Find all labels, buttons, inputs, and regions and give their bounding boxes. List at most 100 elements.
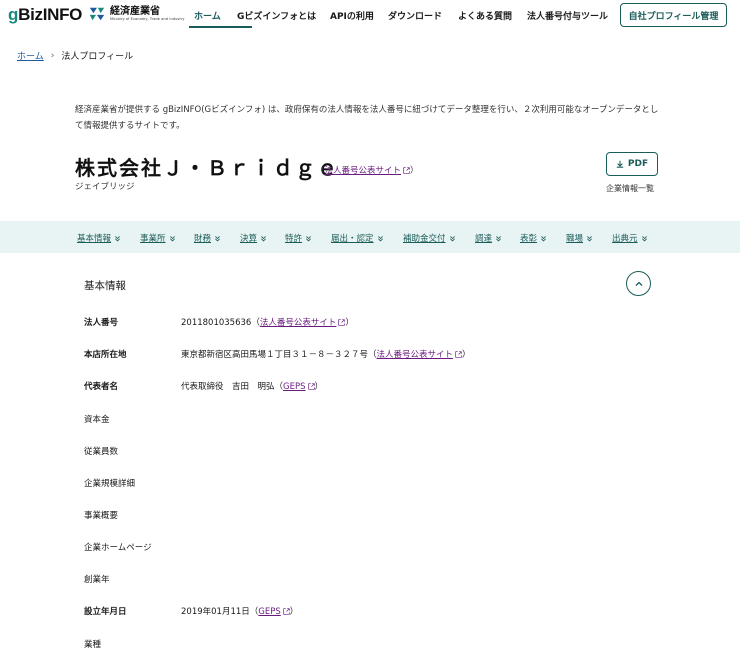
- paren-open: （: [316, 166, 325, 176]
- breadcrumb-separator: ›: [50, 50, 55, 61]
- tab-patents[interactable]: 特許: [285, 232, 312, 244]
- meti-emblem-icon: [89, 7, 105, 21]
- company-info-list-label: 企業情報一覧: [606, 184, 654, 193]
- chevron-down-double-icon: [541, 235, 546, 242]
- collapse-section-button[interactable]: [626, 271, 651, 296]
- external-link-icon: [403, 167, 410, 174]
- row-label: 創業年: [84, 575, 110, 585]
- row-label: 法人番号: [84, 318, 119, 328]
- row-value-text: 2019年01月11日: [181, 607, 250, 617]
- nav-number-tool[interactable]: 法人番号付与ツール: [527, 9, 608, 22]
- row-label: 資本金: [84, 415, 110, 425]
- row-label: 業種: [84, 640, 102, 650]
- tab-awards[interactable]: 表彰: [520, 232, 547, 244]
- chevron-down-double-icon: [449, 235, 455, 242]
- nav-active-indicator: [189, 26, 252, 28]
- chevron-up-icon: [635, 281, 642, 286]
- nav-faq[interactable]: よくある質問: [458, 9, 512, 22]
- logo-rest: BizINFO: [18, 5, 83, 24]
- gbizinfo-logo[interactable]: gBizINFO: [8, 5, 82, 25]
- chevron-down-double-icon: [215, 235, 220, 242]
- nav-api[interactable]: APIの利用: [330, 9, 374, 22]
- row-value: 東京都新宿区高田馬場１丁目３１－８－３２７号（法人番号公表サイト ）: [181, 348, 471, 360]
- tab-label: 出典元: [612, 234, 638, 244]
- paren-close: ）: [410, 166, 419, 176]
- chevron-down-double-icon: [587, 235, 592, 242]
- paren-close: ）: [314, 382, 324, 392]
- logo-g: g: [8, 5, 19, 24]
- tab-label: 補助金交付: [403, 234, 446, 244]
- tab-label: 基本情報: [77, 234, 112, 244]
- row-value-text: 東京都新宿区高田馬場１丁目３１－８－３２７号: [181, 350, 369, 360]
- chevron-down-double-icon: [306, 235, 311, 242]
- pdf-button[interactable]: PDF: [606, 152, 658, 176]
- row-value: 2011801035636（法人番号公表サイト ）: [181, 316, 354, 328]
- chevron-down-double-icon: [261, 235, 266, 242]
- row-value: 2019年01月11日（GEPS ）: [181, 605, 298, 617]
- tab-notifications[interactable]: 届出・認定: [331, 232, 384, 244]
- meti-name-jp: 経済産業省: [110, 5, 160, 17]
- tab-workplace[interactable]: 職場: [566, 232, 593, 244]
- external-link-icon: [307, 383, 315, 390]
- row-source-link[interactable]: 法人番号公表サイト: [377, 350, 454, 360]
- tab-subsidies[interactable]: 補助金交付: [403, 232, 456, 244]
- company-name: 株式会社Ｊ・Ｂｒｉｄｇｅ: [75, 156, 339, 180]
- external-link-icon: [283, 608, 290, 615]
- row-label: 企業規模詳細: [84, 479, 136, 489]
- row-value-text: 2011801035636: [181, 318, 252, 328]
- row-value-text: 代表取締役 吉田 明弘: [181, 382, 275, 392]
- corporate-number-site-link[interactable]: 法人番号公表サイト: [325, 166, 402, 176]
- tab-label: 特許: [285, 234, 303, 244]
- chevron-down-double-icon: [377, 235, 383, 242]
- chevron-down-double-icon: [641, 235, 647, 242]
- section-tabs: 基本情報 事業所 財務 決算 特許 届出・認定 補助金交付 調達 表彰 職場 出…: [0, 221, 740, 253]
- tab-finance[interactable]: 財務: [194, 232, 221, 244]
- row-label: 事業概要: [84, 511, 119, 521]
- pdf-label: PDF: [627, 159, 649, 169]
- breadcrumb-current: 法人プロフィール: [61, 52, 134, 62]
- tab-label: 事業所: [140, 234, 166, 244]
- tab-procurement[interactable]: 調達: [475, 232, 502, 244]
- tab-settlement[interactable]: 決算: [240, 232, 267, 244]
- tab-offices[interactable]: 事業所: [140, 232, 176, 244]
- chevron-down-double-icon: [115, 235, 120, 242]
- tab-label: 表彰: [520, 234, 538, 244]
- nav-home[interactable]: ホーム: [194, 9, 221, 22]
- download-icon: [616, 160, 624, 168]
- tab-label: 職場: [566, 234, 584, 244]
- paren-close: ）: [345, 318, 354, 328]
- meti-logo[interactable]: 経済産業省 Ministry of Economy, Trade and Ind…: [88, 5, 185, 23]
- paren-close: ）: [289, 607, 299, 617]
- nav-download[interactable]: ダウンロード: [388, 9, 442, 22]
- chevron-down-double-icon: [169, 235, 175, 242]
- tab-label: 届出・認定: [331, 234, 374, 244]
- tab-label: 調達: [475, 234, 493, 244]
- site-intro: 経済産業省が提供する gBizINFO(Gビズインフォ) は、政府保有の法人情報…: [75, 105, 659, 131]
- paren-close: ）: [462, 350, 471, 360]
- tab-label: 財務: [194, 234, 212, 244]
- row-label: 企業ホームページ: [84, 543, 152, 553]
- breadcrumb-home[interactable]: ホーム: [17, 49, 44, 62]
- row-source-link[interactable]: 法人番号公表サイト: [260, 318, 337, 328]
- paren-open: （: [251, 318, 260, 328]
- company-kana: ジェイブリッジ: [75, 182, 135, 192]
- tab-label: 決算: [240, 234, 258, 244]
- breadcrumb: ホーム › 法人プロフィール: [17, 49, 134, 63]
- external-link-icon: [455, 351, 462, 358]
- tab-sources[interactable]: 出典元: [612, 232, 648, 244]
- meti-name-en: Ministry of Economy, Trade and Industry: [110, 16, 185, 21]
- tab-basic-info[interactable]: 基本情報: [77, 232, 121, 244]
- row-label: 本店所在地: [84, 350, 127, 360]
- paren-open: （: [274, 382, 284, 392]
- company-profile-button[interactable]: 自社プロフィール管理: [620, 3, 727, 27]
- paren-open: （: [249, 607, 259, 617]
- chevron-down-double-icon: [496, 235, 501, 242]
- row-source-link[interactable]: GEPS: [283, 382, 305, 392]
- row-source-link[interactable]: GEPS: [258, 607, 280, 617]
- nav-about[interactable]: Gビズインフォとは: [237, 9, 316, 22]
- section-title-basic-info: 基本情報: [84, 280, 126, 292]
- company-number-link: （法人番号公表サイト ）: [316, 164, 419, 176]
- row-label: 代表者名: [84, 382, 119, 392]
- site-header: gBizINFO 経済産業省 Ministry of Economy, Trad…: [0, 0, 740, 34]
- paren-open: （: [368, 350, 377, 360]
